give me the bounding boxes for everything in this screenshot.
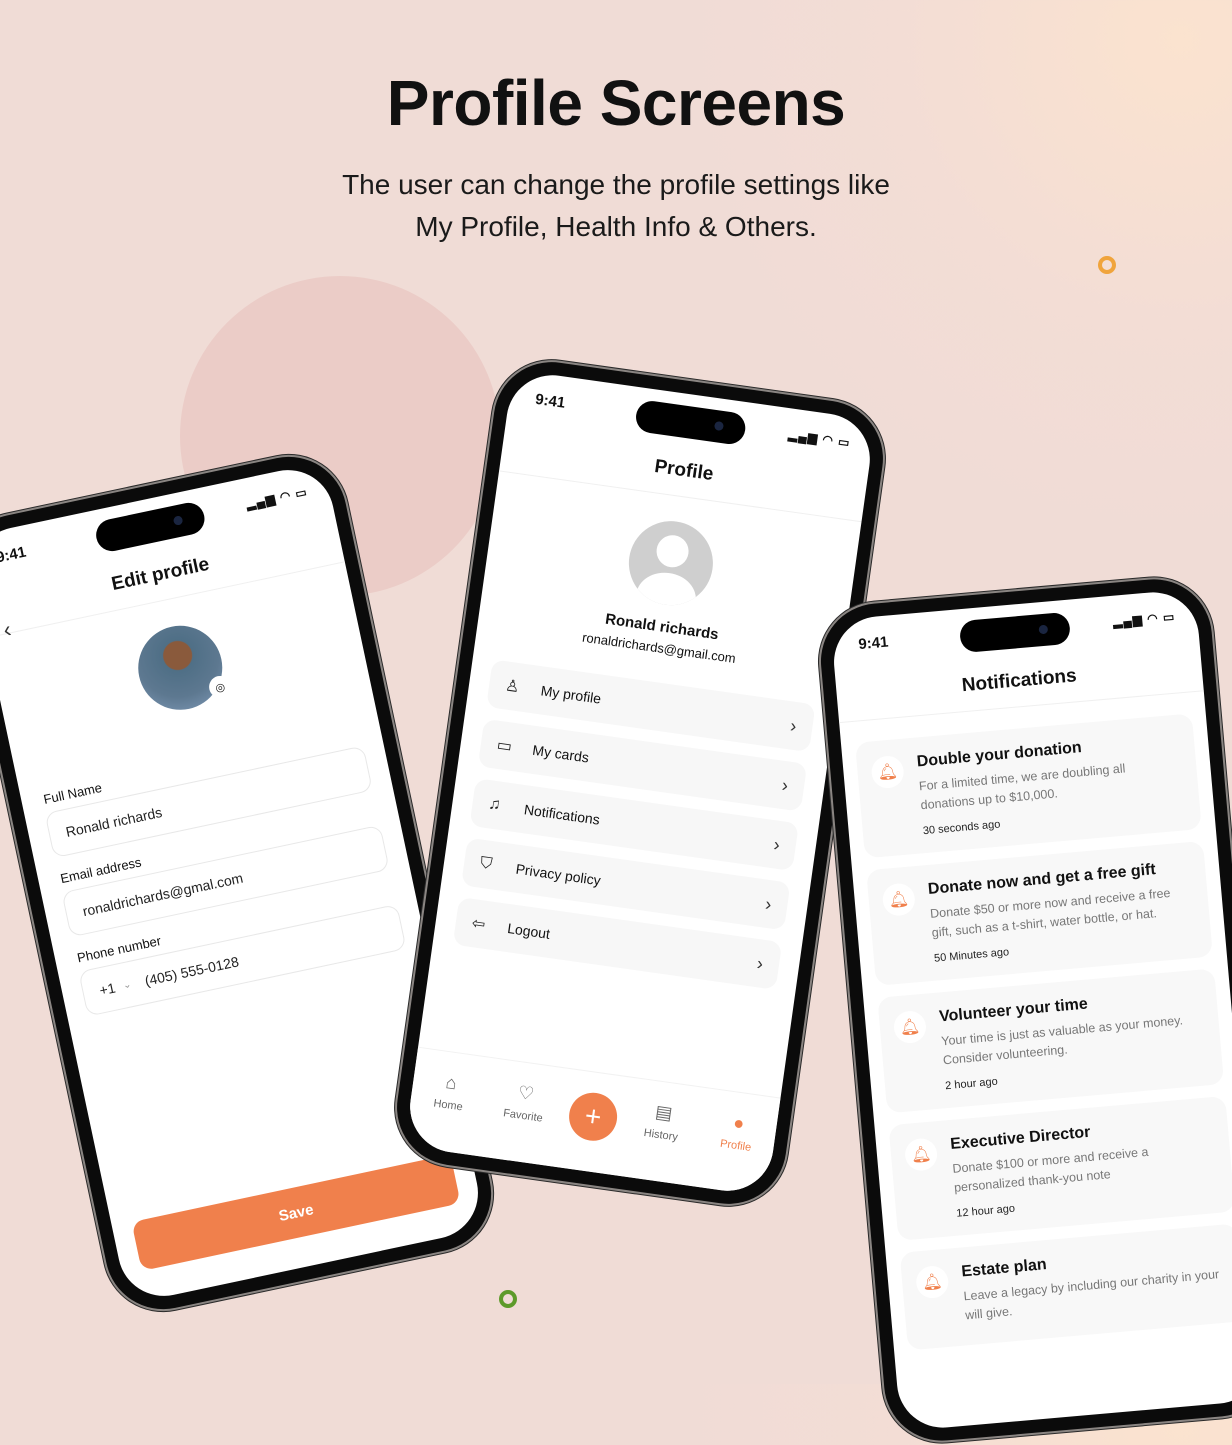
chevron-down-icon: ⌄: [121, 978, 133, 992]
screen-title: Profile: [499, 434, 867, 523]
menu-label: Notifications: [523, 801, 601, 828]
notification-item[interactable]: 🔔︎ Double your donation For a limited time…: [854, 713, 1202, 859]
decorative-ring-green: [499, 1290, 517, 1308]
notification-time: 30 seconds ago: [922, 818, 1001, 838]
menu-label: Privacy policy: [514, 860, 602, 889]
tab-label: Home: [432, 1097, 464, 1114]
notification-item[interactable]: 🔔︎ Volunteer your time Your time is just a…: [877, 968, 1225, 1114]
status-icons: ▂▄▆ ◠ ▭: [787, 427, 852, 450]
notification-time: 12 hour ago: [955, 1202, 1016, 1220]
decorative-ring-orange: [1098, 256, 1116, 274]
bell-icon: ♫: [487, 795, 502, 814]
add-button[interactable]: +: [565, 1089, 621, 1144]
bell-icon: 🔔︎: [870, 754, 905, 790]
status-time: 9:41: [857, 633, 890, 654]
screen-title: Edit profile: [0, 526, 345, 639]
avatar-placeholder-icon[interactable]: [623, 515, 719, 611]
dynamic-island: [633, 399, 748, 447]
page-subtitle: The user can change the profile settings…: [0, 164, 1232, 248]
tab-history[interactable]: ▤ History: [630, 1098, 695, 1145]
user-filled-icon: ●: [732, 1112, 746, 1134]
notifications-screen: 9:41 ▂▄▆ ◠ ▭ Notifications 🔔︎ Double your…: [830, 588, 1232, 1432]
bell-icon: 🔔︎: [881, 882, 917, 917]
user-icon: ♙: [504, 677, 521, 697]
dynamic-island: [93, 499, 208, 555]
edit-profile-screen: 9:41 ▂▄▆ ◠ ▭ Edit profile ‹ ◎ Full Name …: [0, 461, 487, 1305]
bell-icon: 🔔︎: [914, 1264, 950, 1300]
save-button[interactable]: Save: [131, 1154, 461, 1271]
chevron-right-icon: ›: [755, 952, 765, 974]
tab-label: Favorite: [502, 1107, 544, 1125]
card-icon: ▭: [495, 736, 514, 756]
notification-list: 🔔︎ Double your donation For a limited time…: [841, 712, 1232, 1364]
tab-home[interactable]: ⌂ Home: [418, 1069, 483, 1116]
notification-item[interactable]: 🔔︎ Executive Director Donate $100 or more …: [888, 1095, 1232, 1241]
chevron-right-icon: ›: [780, 774, 790, 796]
notification-time: 2 hour ago: [944, 1075, 999, 1093]
phone-notifications: 9:41 ▂▄▆ ◠ ▭ Notifications 🔔︎ Double your…: [816, 574, 1232, 1445]
document-icon: ▤: [654, 1101, 674, 1124]
notification-item[interactable]: 🔔︎ Estate plan Leave a legacy by including…: [899, 1223, 1232, 1351]
chevron-right-icon: ›: [789, 714, 798, 736]
subtitle-line: The user can change the profile settings…: [342, 169, 890, 200]
tab-profile[interactable]: ● Profile: [705, 1109, 770, 1156]
status-icons: ▂▄▆ ◠ ▭: [1112, 609, 1176, 629]
home-icon: ⌂: [444, 1071, 459, 1094]
country-code-select[interactable]: +1: [98, 979, 117, 998]
camera-icon[interactable]: ◎: [207, 673, 234, 700]
bell-icon: 🔔︎: [903, 1137, 939, 1172]
phone-edit-profile: 9:41 ▂▄▆ ◠ ▭ Edit profile ‹ ◎ Full Name …: [0, 446, 502, 1320]
bell-icon: 🔔︎: [892, 1009, 928, 1045]
menu-label: My cards: [531, 741, 590, 766]
subtitle-line: My Profile, Health Info & Others.: [415, 211, 817, 242]
status-time: 9:41: [0, 543, 28, 567]
chevron-right-icon: ›: [764, 893, 773, 914]
phone-value: (405) 555-0128: [143, 953, 241, 989]
notification-time: 50 Minutes ago: [933, 946, 1010, 965]
shield-icon: ⛉: [479, 854, 494, 874]
screen-title: Notifications: [835, 654, 1204, 724]
menu-label: My profile: [539, 682, 603, 707]
status-icons: ▂▄▆ ◠ ▭: [244, 484, 309, 512]
status-time: 9:41: [534, 390, 567, 412]
dynamic-island: [958, 611, 1072, 654]
page-title: Profile Screens: [386, 67, 846, 139]
notification-item[interactable]: 🔔︎ Donate now and get a free gift Donate $…: [866, 840, 1213, 986]
tab-label: History: [642, 1126, 679, 1144]
menu-label: Logout: [506, 920, 552, 942]
heart-icon: ♡: [516, 1082, 536, 1105]
avatar[interactable]: ◎: [130, 617, 234, 718]
tab-favorite[interactable]: ♡ Favorite: [492, 1079, 557, 1126]
logout-icon: ⇦: [470, 915, 487, 934]
tab-label: Profile: [719, 1137, 752, 1154]
chevron-right-icon: ›: [772, 833, 782, 855]
profile-menu: ♙ My profile › ▭ My cards › ♫ Notifications › …: [431, 657, 835, 1005]
